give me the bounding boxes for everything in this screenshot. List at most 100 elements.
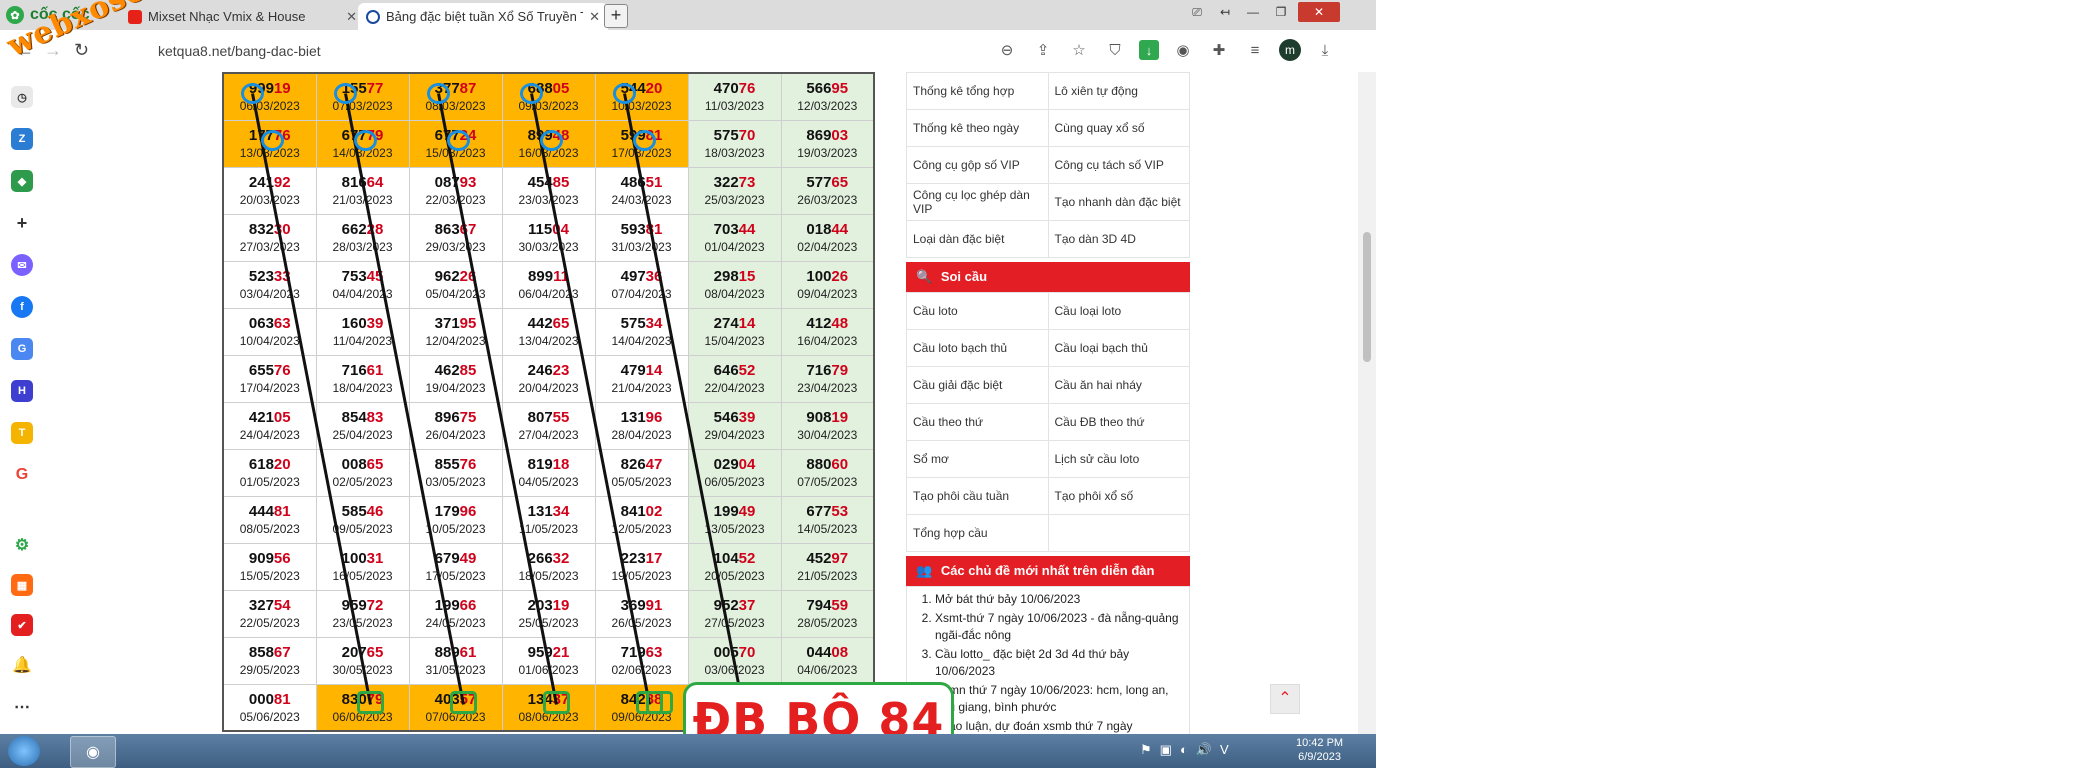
tray-flag-icon[interactable]: ⚑: [1140, 742, 1152, 758]
result-cell: 47914 21/04/2023: [594, 354, 689, 403]
h-app-icon[interactable]: H: [11, 380, 33, 402]
tab-youtube[interactable]: Mixset Nhạc Vmix & House ✕: [120, 3, 365, 30]
result-number-head: 577: [806, 174, 832, 191]
toolbar-icons: ⊖ ⇪ ☆ ⛉ ↓ ◉ ✚ ≡ m ⤓: [995, 38, 1337, 62]
history-icon[interactable]: ◷: [11, 86, 33, 108]
todo-check-icon[interactable]: ✔: [11, 614, 33, 636]
downloads-icon[interactable]: ⤓: [1313, 38, 1337, 62]
result-cell: 67949 17/05/2023: [408, 542, 503, 591]
games-icon[interactable]: ◆: [11, 170, 33, 192]
close-icon[interactable]: ✕: [589, 9, 600, 25]
result-number-head: 486: [620, 174, 646, 191]
close-icon[interactable]: ✕: [346, 9, 357, 25]
result-date: 23/05/2023: [332, 616, 393, 630]
panel-link[interactable]: Sổ mơ: [906, 440, 1049, 478]
tab-search-icon[interactable]: ⎚: [1186, 2, 1208, 22]
add-icon[interactable]: +: [11, 212, 33, 234]
avatar[interactable]: m: [1279, 39, 1301, 61]
start-button[interactable]: [8, 736, 40, 766]
forum-topic-link[interactable]: Xsmn thứ 7 ngày 10/06/2023: hcm, long an…: [935, 682, 1181, 716]
forum-topic-link[interactable]: Xsmt-thứ 7 ngày 10/06/2023 - đà nẵng-quả…: [935, 610, 1181, 644]
settings-icon[interactable]: ≡: [1243, 38, 1267, 62]
panel-link[interactable]: Tổng hợp cầu: [906, 514, 1049, 552]
panel-link[interactable]: Cầu ĐB theo thứ: [1047, 403, 1190, 441]
panel-link[interactable]: Thống kê theo ngày: [906, 109, 1049, 147]
panel-link[interactable]: Lô xiên tự động: [1047, 72, 1190, 110]
maximize-icon[interactable]: ❐: [1270, 2, 1292, 22]
panel-link[interactable]: Công cụ gộp số VIP: [906, 146, 1049, 184]
tray-app-icon[interactable]: ▣: [1160, 742, 1172, 758]
scrollbar[interactable]: [1358, 72, 1376, 734]
result-number-tail: 79: [366, 127, 384, 144]
result-cell: 67779 14/03/2023: [315, 119, 410, 168]
result-date: 25/03/2023: [704, 193, 765, 207]
minimize-icon[interactable]: —: [1242, 2, 1264, 22]
zalo-icon[interactable]: Z: [11, 128, 33, 150]
panel-link[interactable]: Cầu giải đặc biệt: [906, 366, 1049, 404]
panel-link[interactable]: Tạo nhanh dàn đặc biệt: [1047, 183, 1190, 221]
url-field[interactable]: ketqua8.net/bang-dac-biet: [158, 43, 321, 59]
panel-link[interactable]: Loại dàn đặc biệt: [906, 220, 1049, 258]
shield-icon[interactable]: ⛉: [1103, 38, 1127, 62]
panel-link[interactable]: Cầu ăn hai nháy: [1047, 366, 1190, 404]
panel-link[interactable]: Công cụ lọc ghép dàn VIP: [906, 183, 1049, 221]
taskbar-coccoc-app[interactable]: ◉: [70, 736, 116, 768]
new-tab-button[interactable]: +: [604, 4, 628, 28]
taskbar-clock[interactable]: 10:42 PM 6/9/2023: [1296, 736, 1343, 764]
panel-link[interactable]: Tạo phôi cầu tuần: [906, 477, 1049, 515]
reload-icon[interactable]: ↻: [74, 40, 89, 61]
tray-volume-icon[interactable]: 🔊: [1196, 742, 1212, 758]
window-close-button[interactable]: ✕: [1298, 2, 1340, 22]
tray-v-icon[interactable]: V: [1220, 742, 1229, 758]
result-number-tail: 92: [273, 174, 291, 191]
tray-network-icon[interactable]: ◐: [1180, 742, 1188, 758]
result-cell: 54639 29/04/2023: [687, 401, 782, 450]
panel-link[interactable]: Thống kê tổng hợp: [906, 72, 1049, 110]
panel-link[interactable]: Lịch sử cầu loto: [1047, 440, 1190, 478]
tab-ketqua8[interactable]: Bảng đặc biệt tuần Xổ Số Truyền Thống ✕: [358, 3, 608, 30]
shop-icon[interactable]: ▦: [11, 574, 33, 596]
share-icon[interactable]: ⇪: [1031, 38, 1055, 62]
facebook-icon[interactable]: f: [11, 296, 33, 318]
forum-topic-link[interactable]: Cầu lotto_ đặc biệt 2d 3d 4d thứ bảy 10/…: [935, 646, 1181, 680]
scroll-top-button[interactable]: ⌃: [1270, 684, 1300, 714]
result-number-tail: 73: [738, 174, 756, 191]
panel-link[interactable]: Cầu loại bạch thủ: [1047, 329, 1190, 367]
result-cell: 56695 12/03/2023: [780, 72, 875, 121]
forum-topic-link[interactable]: Mở bát thứ bảy 10/06/2023: [935, 591, 1181, 608]
result-number-tail: 47: [645, 456, 663, 473]
result-number: 59981: [596, 127, 688, 144]
more-icon[interactable]: ⋯: [11, 696, 33, 718]
panel-link[interactable]: Công cụ tách số VIP: [1047, 146, 1190, 184]
messenger-icon[interactable]: ✉: [11, 254, 33, 276]
back-forward-cache-icon[interactable]: ↤: [1214, 2, 1236, 22]
result-number-head: 322: [713, 174, 739, 191]
result-number-tail: 24: [459, 127, 477, 144]
result-number-tail: 33: [273, 268, 291, 285]
zoom-icon[interactable]: ⊖: [995, 38, 1019, 62]
google-icon[interactable]: G: [11, 464, 33, 486]
panel-link[interactable]: Cùng quay xổ số: [1047, 109, 1190, 147]
t-app-icon[interactable]: T: [11, 422, 33, 444]
forum-topic-link[interactable]: Thảo luận, dự đoán xsmb thứ 7 ngày 10/06…: [935, 718, 1181, 734]
panel-link[interactable]: Tạo dàn 3D 4D: [1047, 220, 1190, 258]
panel-link[interactable]: Tạo phôi xổ số: [1047, 477, 1190, 515]
result-number: 89948: [503, 127, 595, 144]
result-number-tail: 23: [552, 362, 570, 379]
extensions-puzzle-icon[interactable]: ✚: [1207, 38, 1231, 62]
scrollbar-thumb[interactable]: [1363, 232, 1371, 362]
result-cell: 80755 27/04/2023: [501, 401, 596, 450]
bell-icon[interactable]: 🔔: [11, 654, 33, 676]
green-app-icon[interactable]: ⚙: [11, 534, 33, 556]
panel-link[interactable]: Cầu loại loto: [1047, 292, 1190, 330]
translate-icon[interactable]: G: [11, 338, 33, 360]
result-number-tail: 20: [273, 456, 291, 473]
panel-link[interactable]: Cầu theo thứ: [906, 403, 1049, 441]
result-number-head: 131: [527, 503, 553, 520]
download-arrow-icon[interactable]: ↓: [1139, 40, 1159, 60]
window-controls: ⎚ ↤ — ❐ ✕: [1186, 2, 1340, 26]
coccoc-extension-icon[interactable]: ◉: [1171, 38, 1195, 62]
panel-link[interactable]: Cầu loto bạch thủ: [906, 329, 1049, 367]
panel-link[interactable]: Cầu loto: [906, 292, 1049, 330]
bookmark-star-icon[interactable]: ☆: [1067, 38, 1091, 62]
